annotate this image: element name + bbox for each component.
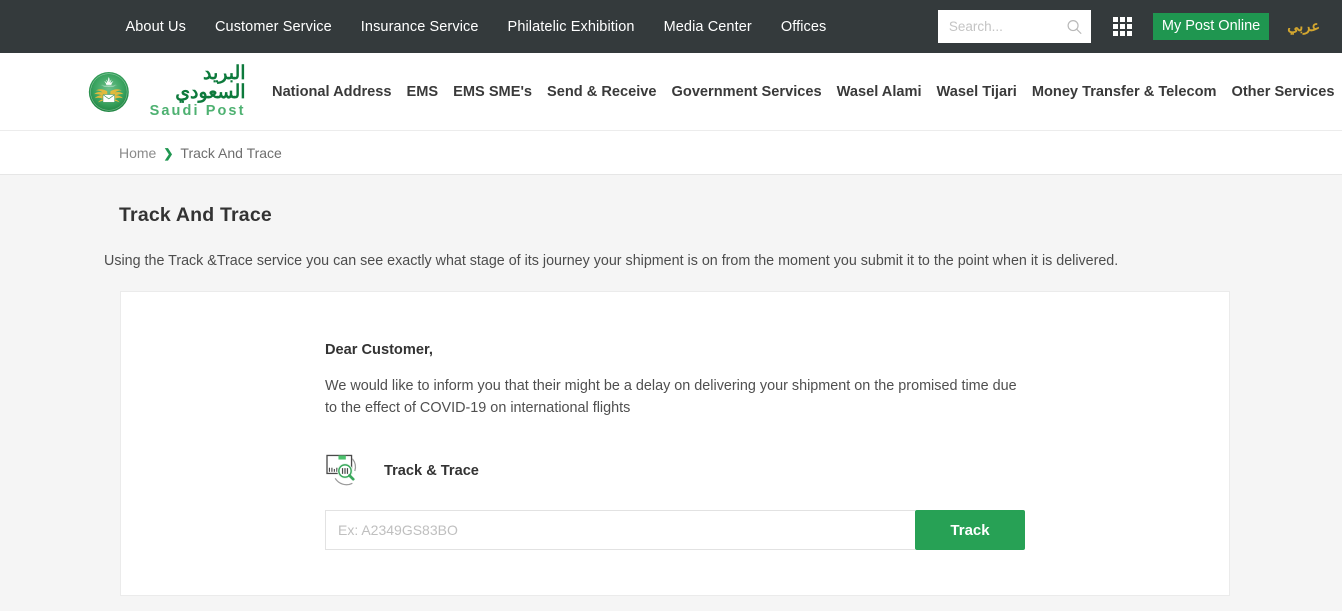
breadcrumb-home-link[interactable]: Home — [119, 145, 156, 161]
grid-cell — [1112, 17, 1118, 22]
track-trace-heading-row: Track & Trace — [325, 453, 1229, 489]
card-inner: Dear Customer, We would like to inform y… — [121, 292, 1229, 550]
chevron-right-icon: ❯ — [163, 146, 174, 160]
topnav-item-insurance-service[interactable]: Insurance Service — [346, 19, 493, 35]
grid-cell — [1112, 24, 1118, 29]
language-switch-arabic-link[interactable]: عربي — [1287, 19, 1320, 35]
breadcrumb: Home ❯ Track And Trace — [119, 145, 282, 161]
track-button[interactable]: Track — [915, 510, 1025, 550]
topnav-item-media-center[interactable]: Media Center — [649, 19, 766, 35]
covid-delay-notice: We would like to inform you that their m… — [325, 378, 1017, 416]
breadcrumb-current: Track And Trace — [180, 144, 282, 161]
package-search-icon — [326, 454, 356, 486]
nav-item-wasel-tijari[interactable]: Wasel Tijari — [929, 84, 1024, 100]
nav-item-government-services[interactable]: Government Services — [664, 84, 829, 100]
search-box[interactable] — [937, 10, 1091, 43]
page-content: Track And Trace Using the Track &Trace s… — [0, 204, 1342, 596]
site-logo-text: البريد السعودي Saudi Post — [139, 64, 246, 119]
top-utility-right-group: My Post Online عربي — [937, 0, 1342, 53]
topnav-item-offices[interactable]: Offices — [766, 19, 841, 35]
site-header: البريد السعودي Saudi Post National Addre… — [0, 53, 1342, 131]
track-trace-label: Track & Trace — [384, 463, 479, 479]
nav-item-other-services[interactable]: Other Services — [1224, 84, 1342, 100]
topnav-item-customer-service[interactable]: Customer Service — [200, 19, 346, 35]
page-description: Using the Track &Trace service you can s… — [104, 253, 1119, 269]
grid-cell — [1126, 17, 1132, 22]
nav-item-ems[interactable]: EMS — [399, 84, 446, 100]
my-post-online-button[interactable]: My Post Online — [1152, 12, 1270, 41]
nav-item-national-address[interactable]: National Address — [265, 84, 399, 100]
site-logo-english: Saudi Post — [149, 103, 246, 120]
nav-item-ems-smes[interactable]: EMS SME's — [446, 84, 540, 100]
breadcrumb-bar: Home ❯ Track And Trace — [0, 131, 1342, 175]
topnav-item-about-us[interactable]: About Us — [111, 19, 200, 35]
grid-cell — [1126, 31, 1132, 36]
grid-apps-icon[interactable] — [1112, 17, 1134, 36]
grid-cell — [1119, 17, 1125, 22]
grid-cell — [1119, 24, 1125, 29]
topnav-item-philatelic-exhibition[interactable]: Philatelic Exhibition — [493, 19, 649, 35]
track-form: Track — [325, 510, 1025, 550]
grid-cell — [1126, 24, 1132, 29]
tracking-number-input[interactable] — [325, 510, 915, 550]
search-icon[interactable] — [1066, 18, 1083, 35]
top-utility-bar: About Us Customer Service Insurance Serv… — [0, 0, 1342, 53]
top-utility-nav: About Us Customer Service Insurance Serv… — [111, 19, 841, 35]
saudi-post-emblem-icon — [88, 71, 129, 112]
grid-cell — [1112, 31, 1118, 36]
grid-cell — [1119, 31, 1125, 36]
track-and-trace-card: Dear Customer, We would like to inform y… — [120, 291, 1230, 596]
page-title: Track And Trace — [119, 204, 272, 226]
customer-salutation: Dear Customer, — [325, 342, 433, 358]
nav-item-send-receive[interactable]: Send & Receive — [540, 84, 665, 100]
site-logo[interactable]: البريد السعودي Saudi Post — [88, 64, 246, 119]
nav-item-wasel-alami[interactable]: Wasel Alami — [829, 84, 929, 100]
nav-item-money-transfer-telecom[interactable]: Money Transfer & Telecom — [1024, 84, 1224, 100]
search-input[interactable] — [937, 10, 1058, 43]
site-logo-arabic: البريد السعودي — [175, 63, 246, 104]
main-nav: National Address EMS EMS SME's Send & Re… — [265, 84, 1342, 100]
